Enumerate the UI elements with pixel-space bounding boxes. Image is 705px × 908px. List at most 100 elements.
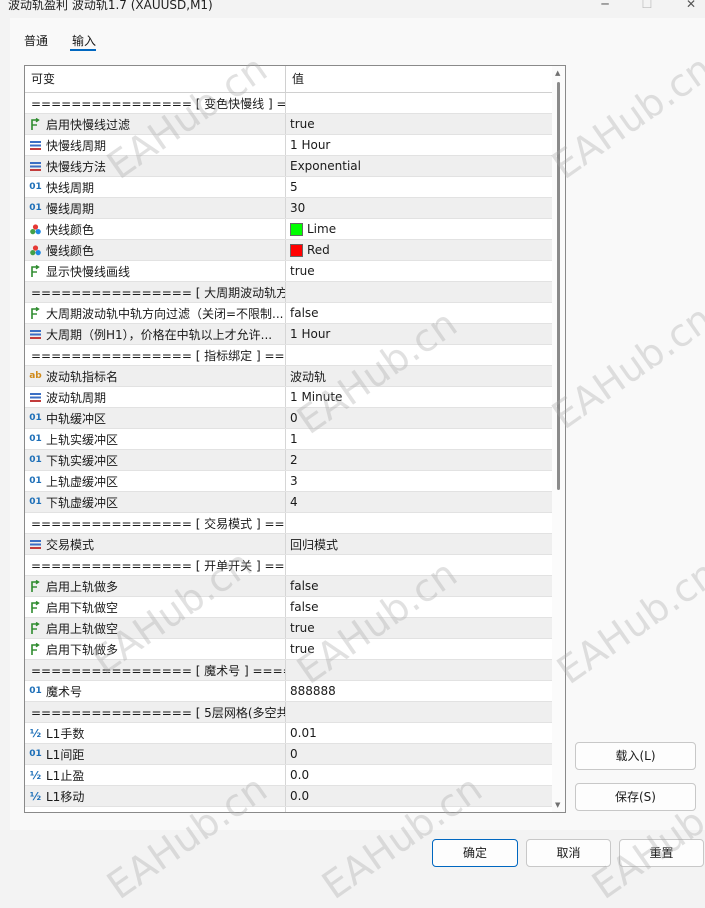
parameter-row[interactable]: 启用快慢线过滤 true — [25, 114, 565, 135]
parameter-value-cell[interactable]: Red — [286, 240, 548, 260]
parameter-value-cell[interactable] — [286, 660, 548, 680]
close-icon[interactable]: ✕ — [676, 0, 705, 15]
separator-row[interactable]: ================ [ 大周期波动轨方... — [25, 282, 565, 303]
parameter-row[interactable]: 启用上轨做多 false — [25, 576, 565, 597]
scroll-up-icon[interactable]: ▲ — [555, 69, 560, 77]
parameter-row[interactable]: 01 中轨缓冲区 0 — [25, 408, 565, 429]
tab-common[interactable]: 普通 — [24, 32, 48, 49]
parameter-row[interactable]: 01 慢线周期 30 — [25, 198, 565, 219]
parameter-value-cell[interactable]: 0.0 — [286, 786, 548, 806]
parameter-name: L1止盈 — [46, 768, 85, 783]
enum-list-icon — [28, 159, 43, 174]
parameter-value: 5 — [290, 180, 298, 194]
parameter-value-cell[interactable] — [286, 702, 548, 722]
vertical-scrollbar[interactable]: ▲ ▼ — [552, 66, 565, 812]
parameter-value: 0.0 — [290, 810, 309, 812]
separator-row[interactable]: ================ [ 指标绑定 ] ===... — [25, 345, 565, 366]
scrollbar-thumb[interactable] — [557, 82, 560, 490]
parameter-value-cell[interactable]: true — [286, 618, 548, 638]
parameter-value: true — [290, 621, 315, 635]
parameter-value: 0 — [290, 747, 298, 761]
parameter-row[interactable]: ½ L1手数 0.01 — [25, 723, 565, 744]
parameter-value-cell[interactable] — [286, 93, 548, 113]
parameter-value-cell[interactable]: 0.0 — [286, 765, 548, 785]
color-palette-icon — [28, 222, 43, 237]
parameter-value-cell[interactable]: Lime — [286, 219, 548, 239]
parameter-value-cell[interactable] — [286, 555, 548, 575]
integer-icon: 01 — [29, 455, 42, 465]
column-header-variable[interactable]: 可变 — [25, 66, 286, 92]
parameter-value-cell[interactable]: 4 — [286, 492, 548, 512]
ok-button[interactable]: 确定 — [432, 839, 518, 867]
parameter-row[interactable]: ½ L1移动 0.0 — [25, 786, 565, 807]
parameter-row[interactable]: 慢线颜色 Red — [25, 240, 565, 261]
parameter-value-cell[interactable] — [286, 345, 548, 365]
parameter-value-cell[interactable]: false — [286, 303, 548, 323]
parameter-row[interactable]: 01 上轨虚缓冲区 3 — [25, 471, 565, 492]
inputs-grid: 可变 值 ================ [ 变色快慢线 ] =... 启用快慢… — [24, 65, 566, 813]
parameter-value-cell[interactable]: 1 Minute — [286, 387, 548, 407]
parameter-row[interactable]: 快慢线方法 Exponential — [25, 156, 565, 177]
parameter-row[interactable]: 01 快线周期 5 — [25, 177, 565, 198]
separator-row[interactable]: ================ [ 交易模式 ] ===... — [25, 513, 565, 534]
parameter-row[interactable]: 大周期波动轨中轨方向过滤（关闭=不限制... false — [25, 303, 565, 324]
maximize-icon[interactable]: ☐ — [632, 0, 662, 15]
parameter-row[interactable]: 01 L1间距 0 — [25, 744, 565, 765]
parameter-value-cell[interactable]: 0 — [286, 744, 548, 764]
parameter-row[interactable]: 01 魔术号 888888 — [25, 681, 565, 702]
parameter-value-cell[interactable] — [286, 282, 548, 302]
parameter-value-cell[interactable]: false — [286, 576, 548, 596]
save-button[interactable]: 保存(S) — [575, 783, 696, 811]
parameter-value-cell[interactable]: Exponential — [286, 156, 548, 176]
parameter-row[interactable]: 大周期（例H1），价格在中轨以上才允许... 1 Hour — [25, 324, 565, 345]
parameter-value-cell[interactable]: 1 Hour — [286, 135, 548, 155]
parameter-row[interactable]: 交易模式 回归模式 — [25, 534, 565, 555]
separator-row[interactable]: ================ [ 开单开关 ] ===... — [25, 555, 565, 576]
parameter-value-cell[interactable]: 0 — [286, 408, 548, 428]
parameter-value-cell[interactable]: false — [286, 597, 548, 617]
parameter-value-cell[interactable]: 888888 — [286, 681, 548, 701]
cancel-button[interactable]: 取消 — [526, 839, 611, 867]
parameter-name: 启用下轨做空 — [46, 600, 119, 615]
parameter-value-cell[interactable]: 0.0 — [286, 807, 548, 812]
parameter-value-cell[interactable]: true — [286, 639, 548, 659]
parameter-value: 1 Hour — [290, 138, 331, 152]
reset-button[interactable]: 重置 — [619, 839, 704, 867]
parameter-value-cell[interactable]: 0.01 — [286, 723, 548, 743]
parameter-value-cell[interactable]: 1 — [286, 429, 548, 449]
parameter-value-cell[interactable]: 2 — [286, 450, 548, 470]
parameter-row[interactable]: 波动轨周期 1 Minute — [25, 387, 565, 408]
parameter-row[interactable]: 01 下轨虚缓冲区 4 — [25, 492, 565, 513]
parameter-row[interactable]: 启用下轨做空 false — [25, 597, 565, 618]
parameter-row[interactable]: 01 下轨实缓冲区 2 — [25, 450, 565, 471]
parameter-row[interactable]: 01 上轨实缓冲区 1 — [25, 429, 565, 450]
parameter-row[interactable]: 启用上轨做空 true — [25, 618, 565, 639]
parameter-row[interactable]: 显示快慢线画线 true — [25, 261, 565, 282]
minimize-icon[interactable]: ─ — [590, 0, 620, 15]
parameter-row[interactable]: ½ L1止盈 0.0 — [25, 765, 565, 786]
parameter-value-cell[interactable]: 回归模式 — [286, 534, 548, 554]
parameter-row[interactable]: 快慢线周期 1 Hour — [25, 135, 565, 156]
parameter-value-cell[interactable]: 30 — [286, 198, 548, 218]
parameter-row[interactable]: 启用下轨做多 true — [25, 639, 565, 660]
separator-row[interactable]: ================ [ 魔术号 ] ====... — [25, 660, 565, 681]
tab-inputs[interactable]: 输入 — [72, 32, 96, 49]
parameter-row[interactable]: 01L2间距 0.0 — [25, 807, 565, 812]
parameter-value-cell[interactable]: 3 — [286, 471, 548, 491]
separator-row[interactable]: ================ [ 变色快慢线 ] =... — [25, 93, 565, 114]
parameter-value: true — [290, 117, 315, 131]
parameter-value-cell[interactable]: 波动轨 — [286, 366, 548, 386]
load-button[interactable]: 载入(L) — [575, 742, 696, 770]
parameter-value-cell[interactable] — [286, 513, 548, 533]
parameter-value-cell[interactable]: true — [286, 114, 548, 134]
parameter-row[interactable]: 快线颜色 Lime — [25, 219, 565, 240]
separator-row[interactable]: ================ [ 5层网格(多空共... — [25, 702, 565, 723]
parameter-value-cell[interactable]: 5 — [286, 177, 548, 197]
parameter-value-cell[interactable]: 1 Hour — [286, 324, 548, 344]
parameter-name-cell: 01 快线周期 — [25, 177, 286, 197]
double-icon: ½ — [29, 726, 42, 740]
scroll-down-icon[interactable]: ▼ — [555, 801, 560, 809]
parameter-row[interactable]: ab 波动轨指标名 波动轨 — [25, 366, 565, 387]
parameter-value-cell[interactable]: true — [286, 261, 548, 281]
column-header-value[interactable]: 值 — [286, 66, 304, 92]
